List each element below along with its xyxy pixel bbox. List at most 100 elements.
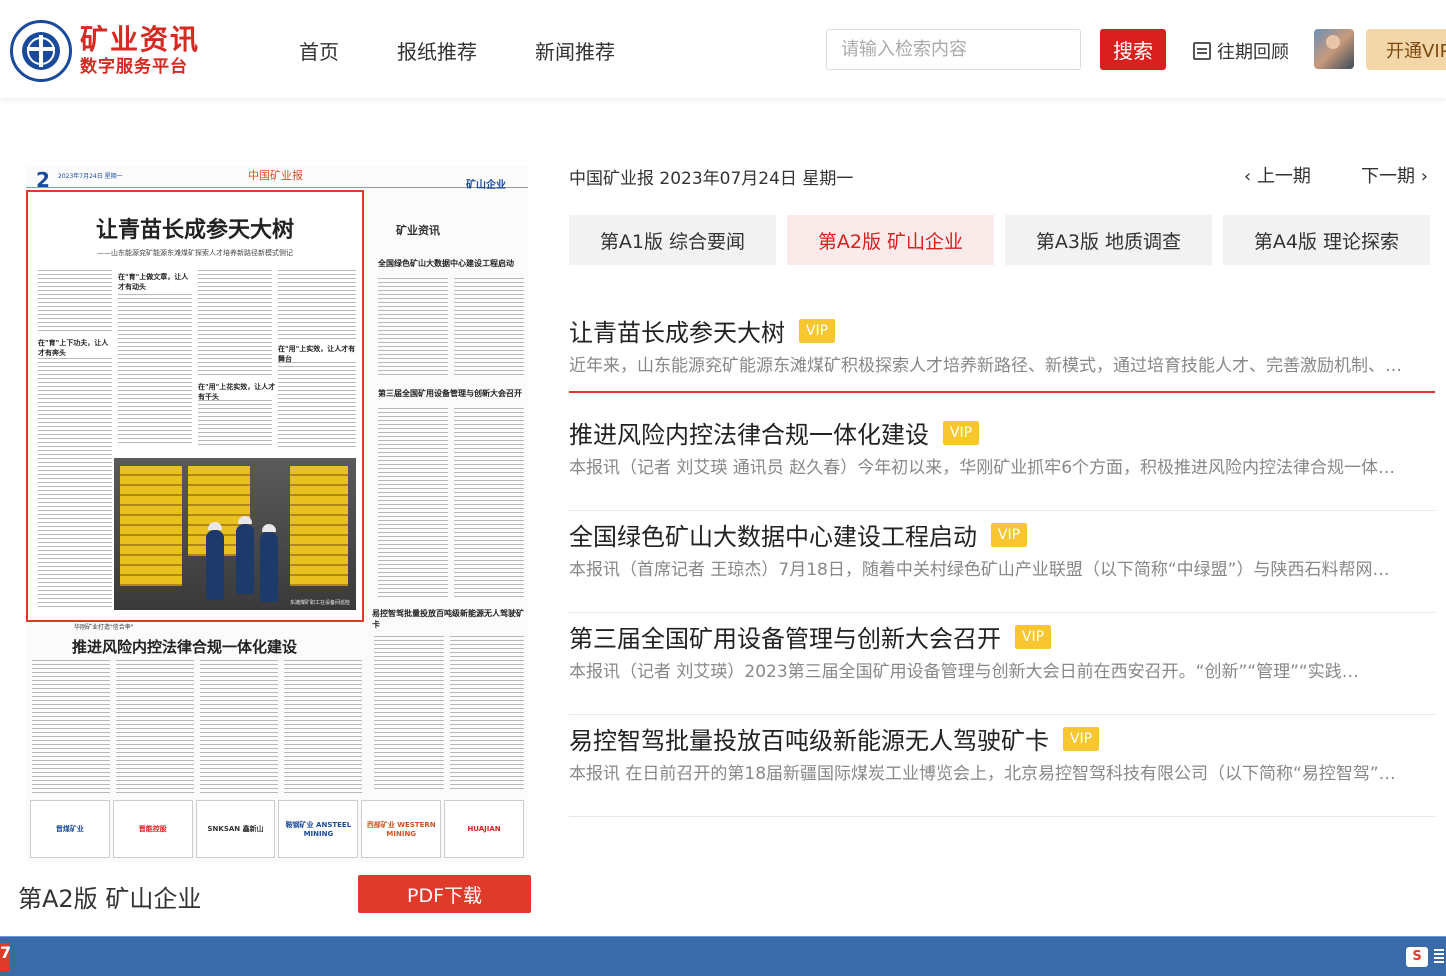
paper-masthead: 中国矿业报	[248, 169, 303, 182]
text-block	[38, 358, 112, 608]
tab-a3[interactable]: 第A3版 地质调查	[1005, 215, 1212, 265]
paper-right-logo: 矿业资讯	[396, 224, 440, 237]
page-edition-label: 第A2版 矿山企业	[18, 885, 202, 913]
paper-top-bar: 2 2023年7月24日 星期一 中国矿业报 矿山企业	[26, 166, 528, 192]
nav-home[interactable]: 首页	[299, 36, 339, 65]
list-item[interactable]: 第三届全国矿用设备管理与创新大会召开 VIP 本报讯（记者 刘艾瑛）2023第三…	[569, 613, 1435, 715]
article-summary: 本报讯（首席记者 王琼杰）7月18日，随着中关村绿色矿山产业联盟（以下简称“中绿…	[569, 560, 1390, 580]
main-nav: 首页 报纸推荐 新闻推荐	[299, 36, 673, 65]
previous-issue-label: 上一期	[1256, 166, 1311, 187]
vip-badge: VIP	[943, 420, 979, 445]
nav-newspaper-recommend[interactable]: 报纸推荐	[397, 36, 477, 65]
chevron-right-icon: ›	[1420, 166, 1428, 187]
paper-right-title-1: 全国绿色矿山大数据中心建设工程启动	[378, 259, 514, 268]
search-button[interactable]: 搜索	[1100, 29, 1166, 70]
highlighted-article-region[interactable]: 让青苗长成参天大树 ——山东能源兖矿能源东滩煤矿探索人才培养新路径新模式侧记 在…	[26, 190, 364, 622]
photo-caption: 东滩煤矿职工在设备间巡检	[289, 600, 350, 606]
text-block	[278, 362, 356, 448]
paper-page-number: 2	[36, 168, 50, 192]
site-logo[interactable]: 矿业资讯 数字服务平台	[10, 20, 200, 82]
column-heading: 在"育"上下功夫，让人才有奔头	[38, 339, 109, 357]
tab-a1[interactable]: 第A1版 综合要闻	[569, 215, 776, 265]
text-block	[116, 660, 194, 796]
article-title[interactable]: 推进风险内控法律合规一体化建设	[569, 415, 929, 450]
next-issue-label: 下一期	[1361, 166, 1415, 187]
taskbar-app-icon[interactable]: 7	[0, 943, 11, 971]
text-block	[118, 294, 192, 444]
ad-item: SNKSAN 鑫新山	[195, 800, 276, 858]
archive-label: 往期回顾	[1217, 42, 1289, 63]
nav-news-recommend[interactable]: 新闻推荐	[535, 36, 615, 65]
vip-badge: VIP	[799, 318, 835, 343]
article-summary: 本报讯（记者 刘艾瑛 通讯员 赵久春）今年初以来，华刚矿业抓牢6个方面，积极推进…	[569, 458, 1396, 478]
ad-item: 晋能控股	[112, 800, 193, 858]
vip-badge: VIP	[991, 522, 1027, 547]
article-photo: 东滩煤矿职工在设备间巡检	[114, 458, 356, 610]
text-block	[200, 660, 278, 796]
ad-item: 鞍钢矿业 ANSTEEL MINING	[278, 800, 359, 858]
column-heading: 在"育"上做文章，让人才有动头	[118, 273, 189, 291]
next-issue-link[interactable]: 下一期 ›	[1361, 162, 1428, 188]
logo-text: 矿业资讯 数字服务平台	[80, 24, 200, 78]
paper-right-title-2: 第三届全国矿用设备管理与创新大会召开	[378, 389, 522, 398]
article-summary: 本报讯 在日前召开的第18届新疆国际煤炭工业博览会上，北京易控智驾科技有限公司（…	[569, 764, 1396, 784]
paper-second-headline: 推进风险内控法律合规一体化建设	[72, 638, 298, 656]
text-block	[374, 636, 444, 792]
vip-badge: VIP	[1063, 726, 1099, 751]
search-input[interactable]	[826, 29, 1081, 70]
text-block	[284, 660, 362, 796]
paper-headline: 让青苗长成参天大树	[95, 217, 294, 243]
logo-title: 矿业资讯	[80, 23, 201, 56]
geological-survey-emblem-icon	[10, 20, 72, 82]
paper-ad-strip: 晋煤矿业 晋能控股 SNKSAN 鑫新山 鞍钢矿业 ANSTEEL MINING…	[30, 800, 524, 858]
article-title[interactable]: 第三届全国矿用设备管理与创新大会召开	[569, 619, 1001, 654]
column-heading: 在"用"上实效，让人才有舞台	[278, 345, 356, 363]
text-block	[454, 278, 524, 378]
text-block	[32, 660, 110, 796]
pdf-download-button[interactable]: PDF下载	[358, 875, 531, 913]
article-title[interactable]: 易控智驾批量投放百吨级新能源无人驾驶矿卡	[569, 721, 1049, 756]
text-block	[198, 270, 272, 378]
text-block	[198, 400, 272, 448]
edition-tabs: 第A1版 综合要闻 第A2版 矿山企业 第A3版 地质调查 第A4版 理论探索	[569, 215, 1430, 265]
ad-item: 晋煤矿业	[30, 800, 110, 858]
paper-date-line: 2023年7月24日 星期一	[58, 173, 123, 180]
issue-info: 中国矿业报 2023年07月24日 星期一	[569, 169, 854, 189]
archive-link[interactable]: 往期回顾	[1193, 38, 1289, 64]
paper-subheadline: ——山东能源兖矿能源东滩煤矿探索人才培养新路径新模式侧记	[97, 249, 293, 257]
column-heading: 在"用"上花实效，让人才有干头	[198, 383, 276, 401]
os-taskbar: 7 S	[0, 936, 1446, 976]
ad-item: 西部矿业 WESTERN MINING	[361, 800, 442, 858]
chevron-left-icon: ‹	[1244, 166, 1252, 187]
list-item[interactable]: 易控智驾批量投放百吨级新能源无人驾驶矿卡 VIP 本报讯 在日前召开的第18届新…	[569, 715, 1435, 817]
newspaper-page-preview[interactable]: 2 2023年7月24日 星期一 中国矿业报 矿山企业 让青苗长成参天大树 ——…	[26, 166, 528, 862]
tab-a4[interactable]: 第A4版 理论探索	[1223, 215, 1430, 265]
list-item[interactable]: 全国绿色矿山大数据中心建设工程启动 VIP 本报讯（首席记者 王琼杰）7月18日…	[569, 511, 1435, 613]
sogou-ime-icon[interactable]: S	[1406, 947, 1428, 967]
article-title[interactable]: 全国绿色矿山大数据中心建设工程启动	[569, 517, 977, 552]
text-block	[278, 270, 356, 340]
article-summary: 近年来，山东能源兖矿能源东滩煤矿积极探索人才培养新路径、新模式，通过培育技能人才…	[569, 356, 1402, 376]
paper-right-title-3: 易控智驾批量投放百吨级新能源无人驾驶矿卡	[372, 609, 524, 629]
open-vip-button[interactable]: 开通VIP	[1366, 29, 1446, 70]
text-block	[454, 408, 524, 598]
logo-subtitle: 数字服务平台	[80, 57, 188, 77]
previous-issue-link[interactable]: ‹ 上一期	[1244, 162, 1311, 188]
user-avatar[interactable]	[1314, 29, 1354, 69]
tab-a2[interactable]: 第A2版 矿山企业	[787, 215, 994, 265]
text-block	[378, 278, 448, 378]
article-title[interactable]: 让青苗长成参天大树	[569, 313, 785, 348]
text-block	[378, 408, 448, 598]
vip-badge: VIP	[1015, 624, 1051, 649]
tray-icon[interactable]	[1434, 949, 1444, 965]
text-block	[450, 636, 524, 792]
text-block	[38, 270, 112, 334]
paper-kicker: 华刚矿业打造"信合率"	[74, 624, 134, 631]
list-item[interactable]: 推进风险内控法律合规一体化建设 VIP 本报讯（记者 刘艾瑛 通讯员 赵久春）今…	[569, 409, 1435, 511]
article-list: 让青苗长成参天大树 VIP 近年来，山东能源兖矿能源东滩煤矿积极探索人才培养新路…	[569, 307, 1435, 817]
top-header: 矿业资讯 数字服务平台 首页 报纸推荐 新闻推荐 搜索 往期回顾 开通VIP	[0, 0, 1446, 98]
article-summary: 本报讯（记者 刘艾瑛）2023第三届全国矿用设备管理与创新大会日前在西安召开。“…	[569, 662, 1359, 682]
calendar-icon	[1193, 42, 1211, 60]
list-item[interactable]: 让青苗长成参天大树 VIP 近年来，山东能源兖矿能源东滩煤矿积极探索人才培养新路…	[569, 307, 1435, 393]
ad-item: HUAJIAN	[444, 800, 524, 858]
